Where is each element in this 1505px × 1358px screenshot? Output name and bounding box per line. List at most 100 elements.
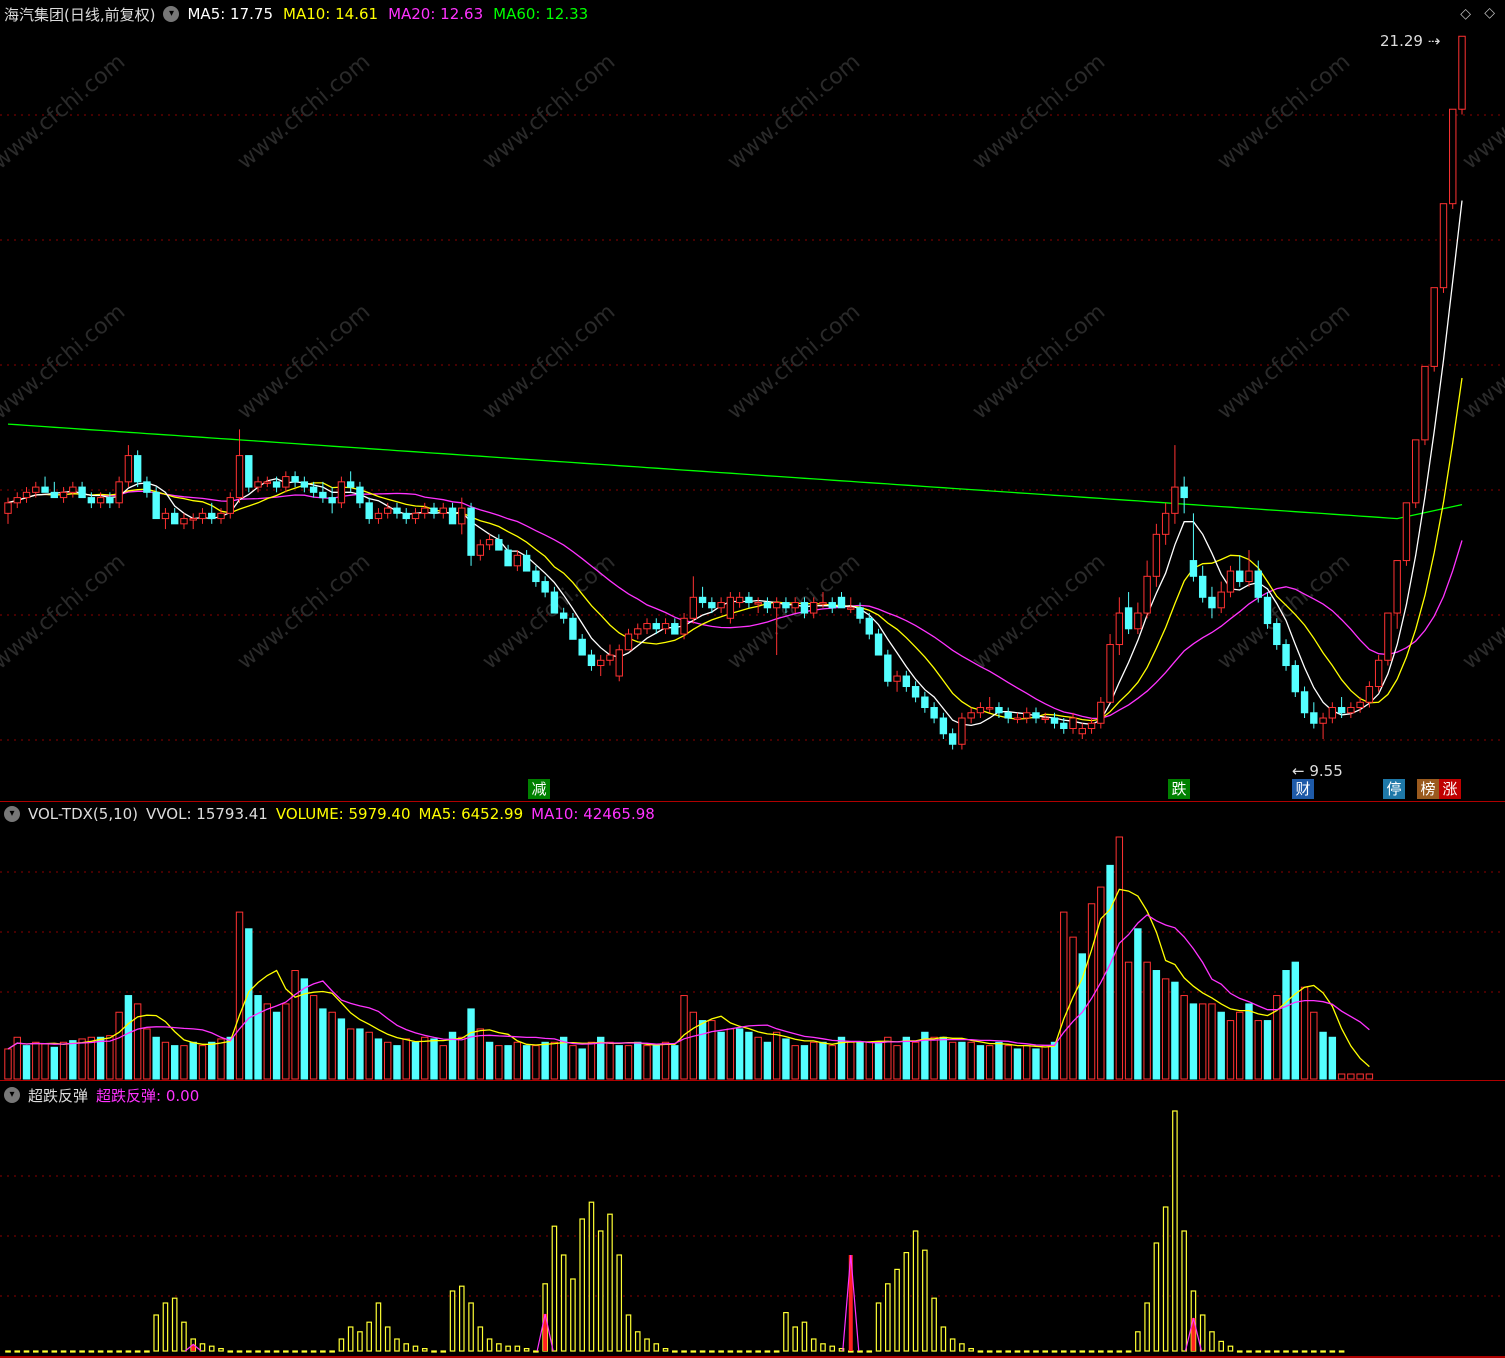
candle-down bbox=[884, 654, 892, 682]
volume-bar-up bbox=[87, 1036, 96, 1080]
candle-up bbox=[754, 602, 762, 605]
volume-bar-up bbox=[1143, 961, 1151, 1080]
oscillator-bar bbox=[996, 1350, 1002, 1353]
candle-up bbox=[1449, 108, 1457, 205]
diamond-icon[interactable]: ◇ bbox=[1460, 6, 1471, 22]
watermark: www.cfchi.com bbox=[478, 49, 620, 174]
oscillator-bar bbox=[690, 1350, 697, 1353]
volume-bar-up bbox=[884, 1036, 892, 1080]
signal-mark[interactable]: 财 bbox=[1292, 779, 1314, 799]
volume-bar-down bbox=[541, 1041, 549, 1080]
oscillator-bar bbox=[672, 1350, 678, 1353]
volume-bar-up bbox=[1124, 961, 1133, 1080]
oscillator-bar bbox=[162, 1302, 169, 1352]
volume-chart[interactable] bbox=[0, 802, 1505, 1081]
oscillator-bar bbox=[125, 1350, 132, 1353]
oscillator-bar bbox=[1209, 1331, 1215, 1352]
candle-up bbox=[115, 481, 123, 504]
candle-down bbox=[569, 617, 577, 640]
oscillator-bar bbox=[51, 1350, 58, 1353]
oscillator-bar bbox=[560, 1254, 567, 1352]
candle-down bbox=[356, 486, 364, 504]
candle-down bbox=[467, 507, 475, 556]
candle-down bbox=[874, 633, 883, 656]
candle-down bbox=[1060, 722, 1068, 730]
volume-bar-down bbox=[189, 1041, 197, 1080]
volume-bar-down bbox=[717, 1031, 725, 1080]
candle-up bbox=[337, 481, 346, 504]
volume-bar-down bbox=[1171, 981, 1179, 1080]
candle-down bbox=[698, 596, 707, 604]
volume-bar-up bbox=[911, 1041, 920, 1080]
candle-up bbox=[735, 596, 744, 604]
volume-bar-up bbox=[1087, 903, 1096, 1080]
oscillator-bar bbox=[1172, 1110, 1178, 1352]
ma20-line bbox=[7, 490, 1463, 720]
candle-up bbox=[1134, 612, 1142, 630]
oscillator-chart[interactable] bbox=[0, 1081, 1505, 1358]
volume-bar-up bbox=[1347, 1073, 1355, 1080]
volume-bar-down bbox=[337, 1018, 346, 1080]
signal-mark[interactable]: 涨 bbox=[1439, 779, 1461, 799]
watermark: www.cfchi.com bbox=[1458, 299, 1505, 424]
candle-up bbox=[847, 607, 855, 610]
oscillator-bar bbox=[1311, 1350, 1317, 1353]
oscillator-pane[interactable]: ▾ 超跌反弹 超跌反弹: 0.00 bbox=[0, 1081, 1505, 1358]
candle-down bbox=[865, 617, 873, 635]
candle-up bbox=[476, 544, 485, 556]
oscillator-bar bbox=[384, 1326, 391, 1352]
candle-up bbox=[384, 507, 392, 514]
signal-mark[interactable]: 停 bbox=[1383, 779, 1405, 799]
candle-down bbox=[402, 512, 410, 520]
volume-bar-up bbox=[1208, 1003, 1216, 1080]
watermark: www.cfchi.com bbox=[478, 299, 620, 424]
volume-bar-up bbox=[1060, 911, 1068, 1080]
oscillator-bar bbox=[903, 1252, 910, 1352]
volume-bar-down bbox=[1050, 1041, 1059, 1080]
candle-down bbox=[587, 654, 596, 667]
candlestick-chart[interactable]: www.cfchi.com www.cfchi.com www.cfchi.com w… bbox=[0, 0, 1505, 802]
volume-bar-up bbox=[1115, 836, 1124, 1080]
oscillator-bar bbox=[1264, 1350, 1271, 1353]
candle-up bbox=[282, 476, 290, 488]
volume-bar-up bbox=[847, 1041, 855, 1080]
volume-bar-up bbox=[328, 1011, 336, 1080]
candle-down bbox=[1180, 486, 1188, 499]
close-icon[interactable]: ◇ bbox=[1484, 5, 1495, 21]
signal-mark[interactable]: 减 bbox=[528, 779, 550, 799]
oscillator-bar bbox=[440, 1350, 447, 1353]
volume-bar-up bbox=[1198, 1003, 1207, 1080]
volume-pane[interactable]: ▾ VOL-TDX(5,10) VVOL: 15793.41 VOLUME: 5… bbox=[0, 802, 1505, 1081]
candle-up bbox=[643, 623, 651, 630]
oscillator-bar bbox=[810, 1338, 817, 1352]
volume-bar-up bbox=[550, 1041, 559, 1080]
volume-bar-down bbox=[698, 1020, 707, 1080]
volume-bar-down bbox=[856, 1041, 864, 1080]
watermark: www.cfchi.com bbox=[968, 49, 1110, 174]
volume-bar-down bbox=[634, 1041, 642, 1080]
oscillator-bar bbox=[199, 1343, 206, 1352]
volume-bar-up bbox=[1254, 1020, 1262, 1080]
candle-down bbox=[550, 591, 559, 614]
oscillator-bar bbox=[792, 1326, 798, 1352]
watermark: www.cfchi.com bbox=[0, 299, 130, 424]
oscillator-bar bbox=[968, 1348, 974, 1352]
volume-bar-up bbox=[772, 1031, 781, 1080]
volume-bar-up bbox=[726, 1028, 735, 1080]
volume-bar-down bbox=[50, 1046, 59, 1080]
candle-up bbox=[13, 497, 21, 504]
candle-up bbox=[1384, 612, 1392, 661]
signal-mark[interactable]: 榜 bbox=[1417, 779, 1439, 799]
price-chart-pane[interactable]: 海汽集团(日线,前复权) ▾ MA5: 17.75 MA10: 14.61 MA20… bbox=[0, 0, 1505, 802]
volume-bar-up bbox=[365, 1031, 373, 1080]
candle-up bbox=[1458, 35, 1466, 110]
oscillator-bar bbox=[421, 1348, 428, 1352]
oscillator-bar bbox=[625, 1314, 632, 1352]
volume-bar-up bbox=[1023, 1045, 1031, 1080]
candle-up bbox=[485, 539, 494, 546]
signal-mark[interactable]: 跌 bbox=[1168, 779, 1190, 799]
candle-down bbox=[1310, 712, 1318, 724]
oscillator-bar bbox=[709, 1350, 715, 1353]
oscillator-bar bbox=[505, 1345, 511, 1352]
volume-bar-up bbox=[133, 1003, 142, 1080]
